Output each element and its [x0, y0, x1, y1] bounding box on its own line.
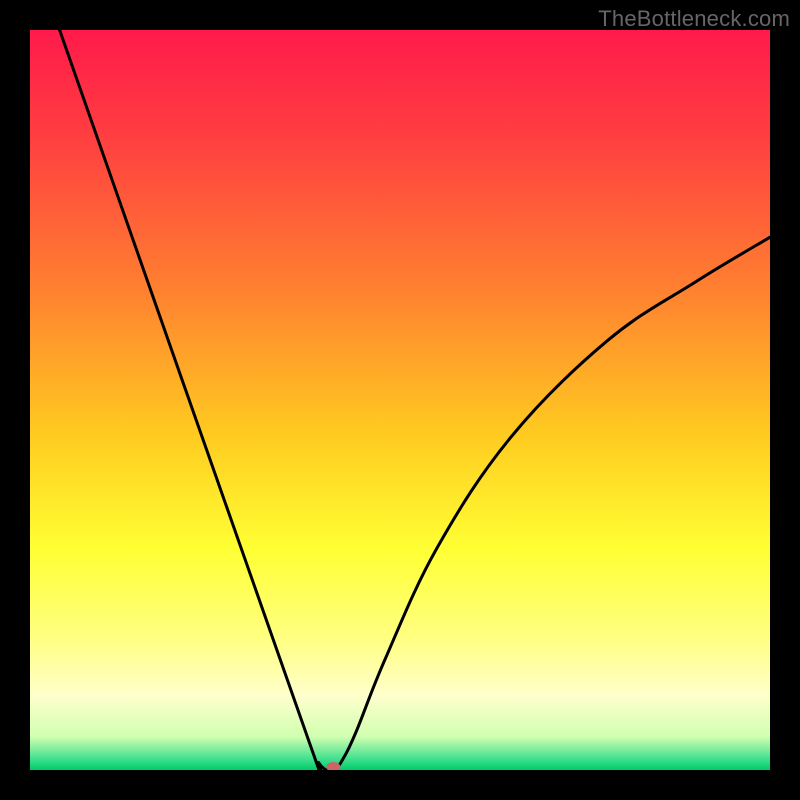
chart-frame: TheBottleneck.com	[0, 0, 800, 800]
watermark-text: TheBottleneck.com	[598, 6, 790, 32]
gradient-background	[30, 30, 770, 770]
plot-area	[30, 30, 770, 770]
chart-svg	[30, 30, 770, 770]
